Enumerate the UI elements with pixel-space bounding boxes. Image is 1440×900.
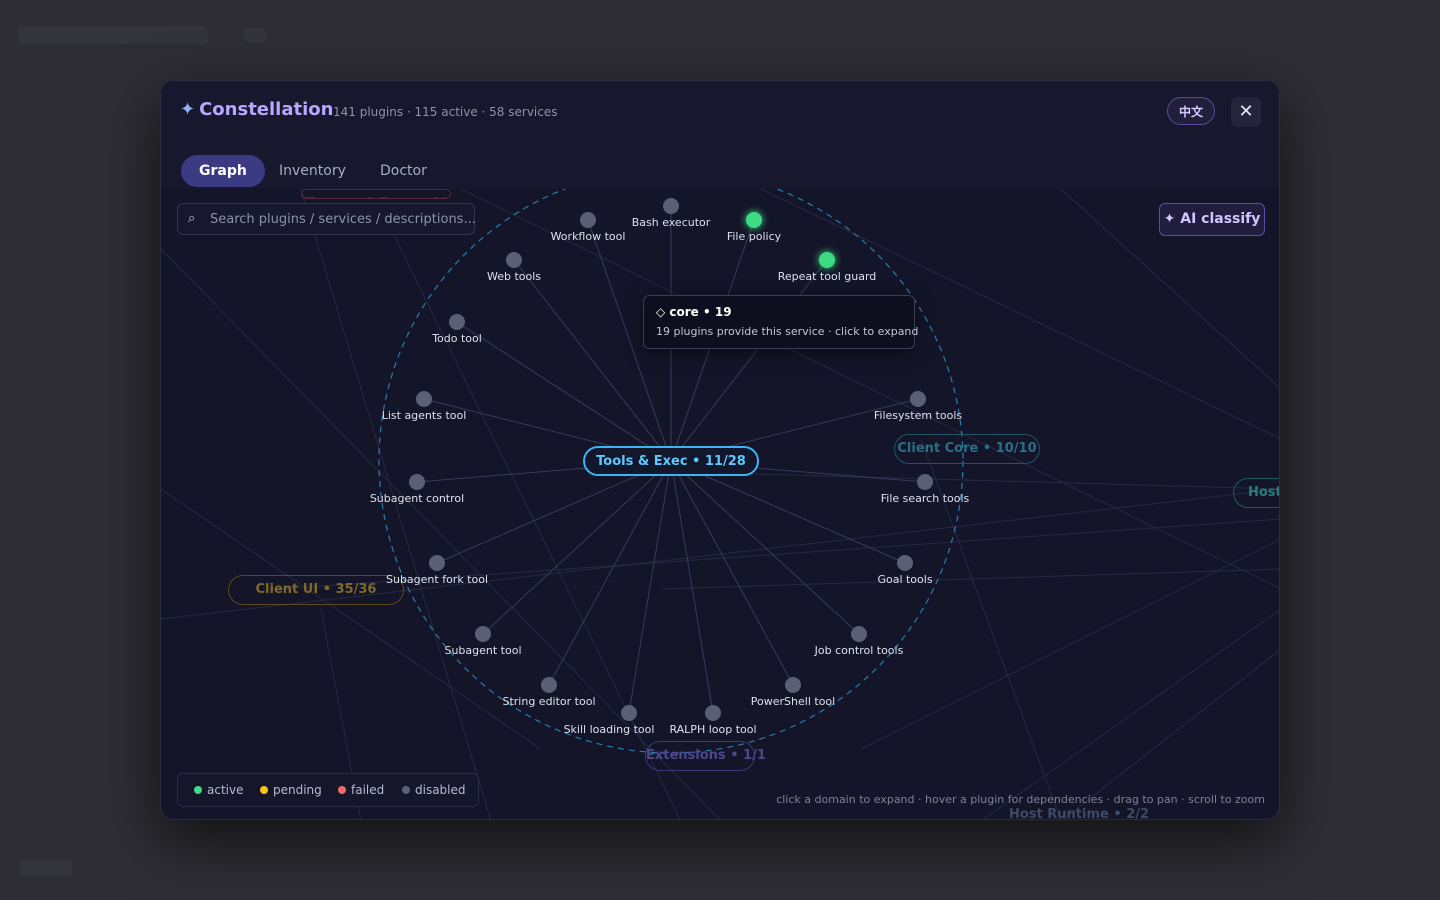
- sparkle-icon: ✦: [180, 99, 196, 120]
- plugin-node-dot[interactable]: [819, 252, 835, 268]
- plugin-node-label[interactable]: List agents tool: [382, 409, 467, 422]
- backdrop-icon-placeholder: [244, 28, 266, 42]
- plugin-node-label[interactable]: Bash executor: [632, 216, 711, 229]
- domain-client-core[interactable]: Client Core • 10/10: [894, 434, 1040, 464]
- plugin-node-dot[interactable]: [449, 314, 465, 330]
- background-edge: [860, 539, 1279, 750]
- plugin-node-dot[interactable]: [851, 626, 867, 642]
- dependency-edge: [513, 259, 672, 462]
- plugin-node-label[interactable]: Filesystem tools: [874, 409, 962, 422]
- search-icon: ⌕: [188, 211, 196, 226]
- legend-active: active: [194, 783, 243, 797]
- search-input[interactable]: Search plugins / services / descriptions…: [210, 212, 476, 227]
- plugin-node-label[interactable]: String editor tool: [502, 695, 595, 708]
- background-edge: [982, 609, 1279, 819]
- plugin-node-label[interactable]: Skill loading tool: [564, 723, 655, 736]
- plugin-node-label[interactable]: Subagent control: [370, 492, 464, 505]
- plugin-node-label[interactable]: Todo tool: [432, 332, 482, 345]
- tooltip-body: 19 plugins provide this service · click …: [656, 325, 919, 338]
- plugin-node-dot[interactable]: [541, 677, 557, 693]
- plugin-node-label[interactable]: Job control tools: [815, 644, 904, 657]
- plugin-node-label[interactable]: Workflow tool: [551, 230, 626, 243]
- background-edge: [460, 189, 1279, 589]
- plugin-node-dot[interactable]: [621, 705, 637, 721]
- backdrop-footer-placeholder: [20, 860, 72, 876]
- domain-themes-data[interactable]: Themes & Data • 10/10: [301, 189, 451, 199]
- tooltip-title: ◇ core • 19: [656, 305, 732, 319]
- plugin-node-label[interactable]: PowerShell tool: [751, 695, 835, 708]
- plugin-node-label[interactable]: Subagent tool: [444, 644, 521, 657]
- background-edge: [161, 488, 542, 750]
- language-toggle-button[interactable]: 中文: [1167, 97, 1215, 125]
- plugin-node-dot[interactable]: [475, 626, 491, 642]
- search-box[interactable]: ⌕ Search plugins / services / descriptio…: [177, 203, 476, 235]
- plugin-node-label[interactable]: Repeat tool guard: [778, 270, 877, 283]
- service-tooltip: ◇ core • 19 19 plugins provide this serv…: [643, 295, 919, 349]
- domain-extensions[interactable]: Extensions • 1/1: [645, 741, 766, 771]
- tab-doctor[interactable]: Doctor: [362, 155, 445, 187]
- close-button[interactable]: ✕: [1231, 97, 1261, 127]
- ai-classify-button[interactable]: ✦ AI classify: [1159, 203, 1265, 236]
- legend-failed: failed: [338, 783, 384, 797]
- domain-host[interactable]: Host: [1233, 478, 1279, 508]
- plugin-node-dot[interactable]: [910, 391, 926, 407]
- status-legend: active pending failed disabled: [177, 773, 479, 807]
- dependency-edge: [670, 460, 906, 564]
- plugin-node-dot[interactable]: [663, 198, 679, 214]
- legend-pending: pending: [260, 783, 322, 797]
- graph-canvas[interactable]: Themes & Data • 10/10 Client Core • 10/1…: [161, 189, 1279, 819]
- dependency-edge: [670, 460, 860, 635]
- close-icon: ✕: [1238, 101, 1254, 122]
- plugin-node-dot[interactable]: [409, 474, 425, 490]
- plugin-node-label[interactable]: File search tools: [881, 492, 970, 505]
- plugin-node-dot[interactable]: [580, 212, 596, 228]
- title-text: Constellation: [199, 99, 334, 120]
- plugin-stats: 141 plugins · 115 active · 58 services: [333, 105, 558, 119]
- plugin-node-label[interactable]: Web tools: [487, 270, 541, 283]
- dependency-edge: [456, 321, 672, 462]
- plugin-node-label[interactable]: Subagent fork tool: [386, 573, 488, 586]
- plugin-node-label[interactable]: RALPH loop tool: [669, 723, 756, 736]
- constellation-modal: ✦ Constellation 141 plugins · 115 active …: [160, 80, 1280, 820]
- modal-title: ✦ Constellation: [180, 99, 333, 120]
- plugin-node-dot[interactable]: [917, 474, 933, 490]
- tab-inventory[interactable]: Inventory: [261, 155, 364, 187]
- plugin-node-dot[interactable]: [416, 391, 432, 407]
- plugin-node-dot[interactable]: [429, 555, 445, 571]
- tab-bar: Graph Inventory Doctor: [161, 143, 1279, 189]
- plugin-node-dot[interactable]: [746, 212, 762, 228]
- legend-disabled: disabled: [402, 783, 466, 797]
- failed-dot-icon: [338, 786, 346, 794]
- pending-dot-icon: [260, 786, 268, 794]
- plugin-node-dot[interactable]: [785, 677, 801, 693]
- dependency-edge: [436, 460, 672, 564]
- domain-tools-exec[interactable]: Tools & Exec • 11/28: [583, 446, 759, 476]
- modal-header: ✦ Constellation 141 plugins · 115 active …: [161, 81, 1279, 144]
- plugin-node-label[interactable]: File policy: [727, 230, 781, 243]
- active-dot-icon: [194, 786, 202, 794]
- backdrop-title-placeholder: [18, 26, 208, 44]
- disabled-dot-icon: [402, 786, 410, 794]
- plugin-node-dot[interactable]: [897, 555, 913, 571]
- plugin-node-label[interactable]: Goal tools: [877, 573, 932, 586]
- interaction-hint: click a domain to expand · hover a plugi…: [776, 793, 1265, 806]
- tab-graph[interactable]: Graph: [181, 155, 265, 187]
- domain-client-ui[interactable]: Client UI • 35/36: [228, 575, 404, 605]
- dependency-edge: [670, 259, 828, 462]
- plugin-node-dot[interactable]: [506, 252, 522, 268]
- plugin-node-dot[interactable]: [705, 705, 721, 721]
